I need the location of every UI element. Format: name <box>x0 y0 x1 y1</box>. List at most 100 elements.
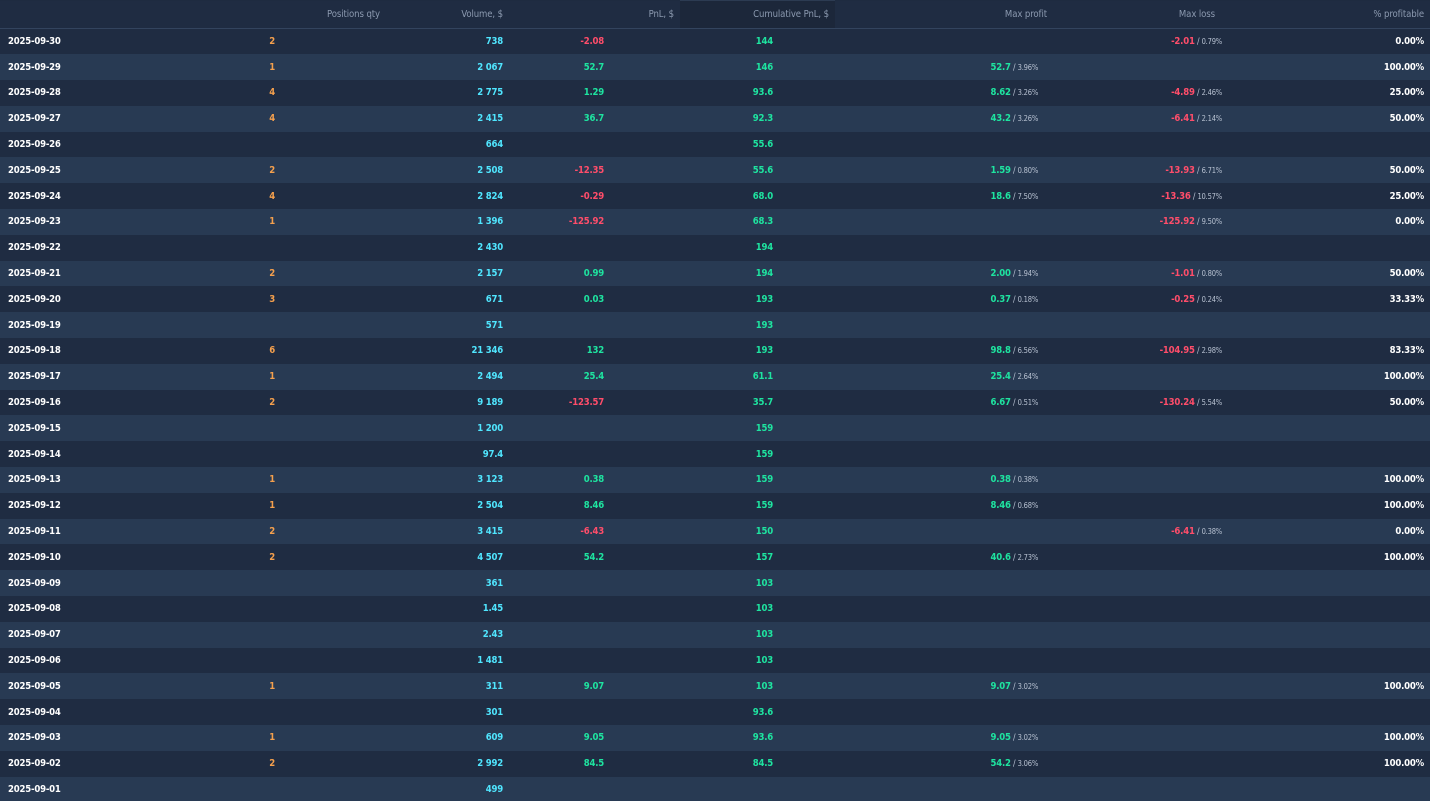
column-header-date[interactable] <box>0 0 156 29</box>
pct-profitable-cell: 50.00% <box>1389 397 1425 409</box>
cumulative-pnl-cell <box>680 777 835 801</box>
pnl-cell: -6.43 <box>580 526 604 538</box>
table-row[interactable]: 2025-09-27 4 2 415 36.7 92.3 43.2 / 3.26… <box>0 105 1430 132</box>
pnl-cell <box>509 235 680 261</box>
table-row[interactable]: 2025-09-02 2 2 992 84.5 84.5 54.2 / 3.06… <box>0 750 1430 777</box>
table-row[interactable]: 2025-09-06 1 481 103 <box>0 647 1430 674</box>
table-row[interactable]: 2025-09-13 1 3 123 0.38 159 0.38 / 0.38%… <box>0 467 1430 493</box>
pnl-cell <box>509 132 680 158</box>
pct-profitable-cell <box>1222 777 1430 801</box>
table-row[interactable]: 2025-09-24 4 2 824 -0.29 68.0 18.6 / 7.5… <box>0 183 1430 210</box>
column-header-pnl[interactable]: PnL, $ <box>509 0 680 29</box>
max-loss-amount: -6.41 <box>1171 113 1195 125</box>
max-loss-percent: 0.24% <box>1201 294 1223 304</box>
column-header-max-profit[interactable]: Max profit <box>835 9 1047 20</box>
date-cell: 2025-09-20 <box>8 293 61 305</box>
pct-profitable-cell <box>1222 312 1430 338</box>
table-row[interactable]: 2025-09-30 2 738 -2.08 144 -2.01 / 0.79%… <box>0 28 1430 55</box>
max-profit-value: 8.62 / 3.26% <box>990 87 1039 99</box>
positions-qty-cell: 2 <box>269 551 275 563</box>
volume-cell: 609 <box>485 732 503 744</box>
cumulative-pnl-cell: 159 <box>755 500 773 512</box>
table-row[interactable]: 2025-09-09 361 103 <box>0 570 1430 597</box>
volume-cell: 2 992 <box>477 758 503 770</box>
table-row[interactable]: 2025-09-28 4 2 775 1.29 93.6 8.62 / 3.26… <box>0 80 1430 106</box>
pct-profitable-cell: 0.00% <box>1395 216 1424 228</box>
column-header-positions-qty[interactable]: Positions qty <box>156 0 386 29</box>
table-row[interactable]: 2025-09-15 1 200 159 <box>0 415 1430 442</box>
table-row[interactable]: 2025-09-26 664 55.6 <box>0 131 1430 158</box>
table-row[interactable]: 2025-09-19 571 193 <box>0 312 1430 339</box>
date-cell: 2025-09-28 <box>8 87 61 99</box>
table-row[interactable]: 2025-09-05 1 311 9.07 103 9.07 / 3.02% 1… <box>0 673 1430 700</box>
pct-profitable-cell: 100.00% <box>1383 474 1424 486</box>
column-header-pct-profitable[interactable]: % profitable <box>1222 0 1430 29</box>
max-profit-amount: 6.67 <box>990 397 1011 409</box>
max-profit-loss-cell: 0.37 / 0.18% -0.25 / 0.24% <box>835 286 1223 312</box>
table-row[interactable]: 2025-09-25 2 2 508 -12.35 55.6 1.59 / 0.… <box>0 157 1430 184</box>
table-row[interactable]: 2025-09-20 3 671 0.03 193 0.37 / 0.18% -… <box>0 286 1430 313</box>
cumulative-pnl-cell: 193 <box>755 293 773 305</box>
volume-cell: 738 <box>485 36 503 48</box>
max-profit-loss-cell <box>835 312 1222 338</box>
table-row[interactable]: 2025-09-14 97.4 159 <box>0 441 1430 468</box>
positions-qty-cell <box>156 596 386 622</box>
table-row[interactable]: 2025-09-11 2 3 415 -6.43 150 -6.41 / 0.3… <box>0 518 1430 545</box>
positions-qty-cell: 1 <box>269 216 275 228</box>
volume-cell: 2.43 <box>482 629 503 641</box>
pct-profitable-cell <box>1222 699 1430 725</box>
table-row[interactable]: 2025-09-17 1 2 494 25.4 61.1 25.4 / 2.64… <box>0 363 1430 390</box>
table-row[interactable]: 2025-09-04 301 93.6 <box>0 699 1430 726</box>
table-row[interactable]: 2025-09-12 1 2 504 8.46 159 8.46 / 0.68%… <box>0 492 1430 519</box>
pnl-cell: -12.35 <box>574 164 605 176</box>
max-loss-value: -125.92 / 9.50% <box>1159 216 1223 228</box>
date-cell: 2025-09-23 <box>8 216 61 228</box>
table-row[interactable]: 2025-09-18 6 21 346 132 193 98.8 / 6.56%… <box>0 338 1430 364</box>
positions-qty-cell: 1 <box>269 500 275 512</box>
max-profit-percent: 0.68% <box>1017 501 1039 511</box>
volume-cell: 2 494 <box>477 371 503 383</box>
cumulative-pnl-cell: 193 <box>755 345 773 357</box>
table-row[interactable]: 2025-09-07 2.43 103 <box>0 621 1430 648</box>
table-row[interactable]: 2025-09-16 2 9 189 -123.57 35.7 6.67 / 0… <box>0 389 1430 416</box>
table-row[interactable]: 2025-09-21 2 2 157 0.99 194 2.00 / 1.94%… <box>0 260 1430 287</box>
pnl-cell <box>509 570 680 596</box>
column-header-max-loss[interactable]: Max loss <box>1047 9 1215 20</box>
max-loss-amount: -13.36 <box>1161 190 1191 202</box>
table-row[interactable]: 2025-09-22 2 430 194 <box>0 234 1430 261</box>
column-header-volume[interactable]: Volume, $ <box>386 0 509 29</box>
pnl-cell: 8.46 <box>583 500 604 512</box>
max-loss-percent: 2.14% <box>1201 114 1223 124</box>
max-profit-percent: 3.02% <box>1017 681 1039 691</box>
max-profit-loss-cell: 40.6 / 2.73% <box>835 544 1222 570</box>
max-profit-amount: 1.59 <box>990 164 1011 176</box>
volume-cell: 2 430 <box>477 242 503 254</box>
max-profit-percent: 0.18% <box>1017 294 1039 304</box>
max-profit-amount: 0.38 <box>990 474 1011 486</box>
volume-cell: 571 <box>485 319 503 331</box>
table-row[interactable]: 2025-09-29 1 2 067 52.7 146 52.7 / 3.96%… <box>0 54 1430 81</box>
table-row[interactable]: 2025-09-23 1 1 396 -125.92 68.3 -125.92 … <box>0 209 1430 235</box>
max-profit-loss-cell: -2.01 / 0.79% <box>835 29 1222 55</box>
max-profit-loss-cell <box>835 441 1222 467</box>
date-cell: 2025-09-11 <box>8 526 61 538</box>
max-loss-amount: -0.25 <box>1171 293 1195 305</box>
positions-qty-cell <box>156 570 386 596</box>
positions-qty-cell <box>156 132 386 158</box>
max-profit-amount: 0.37 <box>990 293 1011 305</box>
max-profit-loss-cell <box>835 596 1222 622</box>
pct-profitable-cell: 50.00% <box>1389 268 1425 280</box>
table-row[interactable]: 2025-09-08 1.45 103 <box>0 596 1430 622</box>
table-row[interactable]: 2025-09-01 499 <box>0 776 1430 801</box>
column-header-cumulative-pnl[interactable]: Cumulative PnL, $ <box>680 0 835 29</box>
max-loss-value: -6.41 / 0.38% <box>1171 526 1222 538</box>
table-row[interactable]: 2025-09-10 2 4 507 54.2 157 40.6 / 2.73%… <box>0 544 1430 571</box>
pct-profitable-cell <box>1222 596 1430 622</box>
table-row[interactable]: 2025-09-03 1 609 9.05 93.6 9.05 / 3.02% … <box>0 725 1430 751</box>
pnl-cell: 1.29 <box>583 87 604 99</box>
pct-profitable-cell: 100.00% <box>1383 500 1424 512</box>
date-cell: 2025-09-17 <box>8 371 61 383</box>
pnl-cell: -123.57 <box>568 397 604 409</box>
max-profit-amount: 25.4 <box>990 371 1011 383</box>
max-profit-amount: 9.05 <box>990 732 1011 744</box>
